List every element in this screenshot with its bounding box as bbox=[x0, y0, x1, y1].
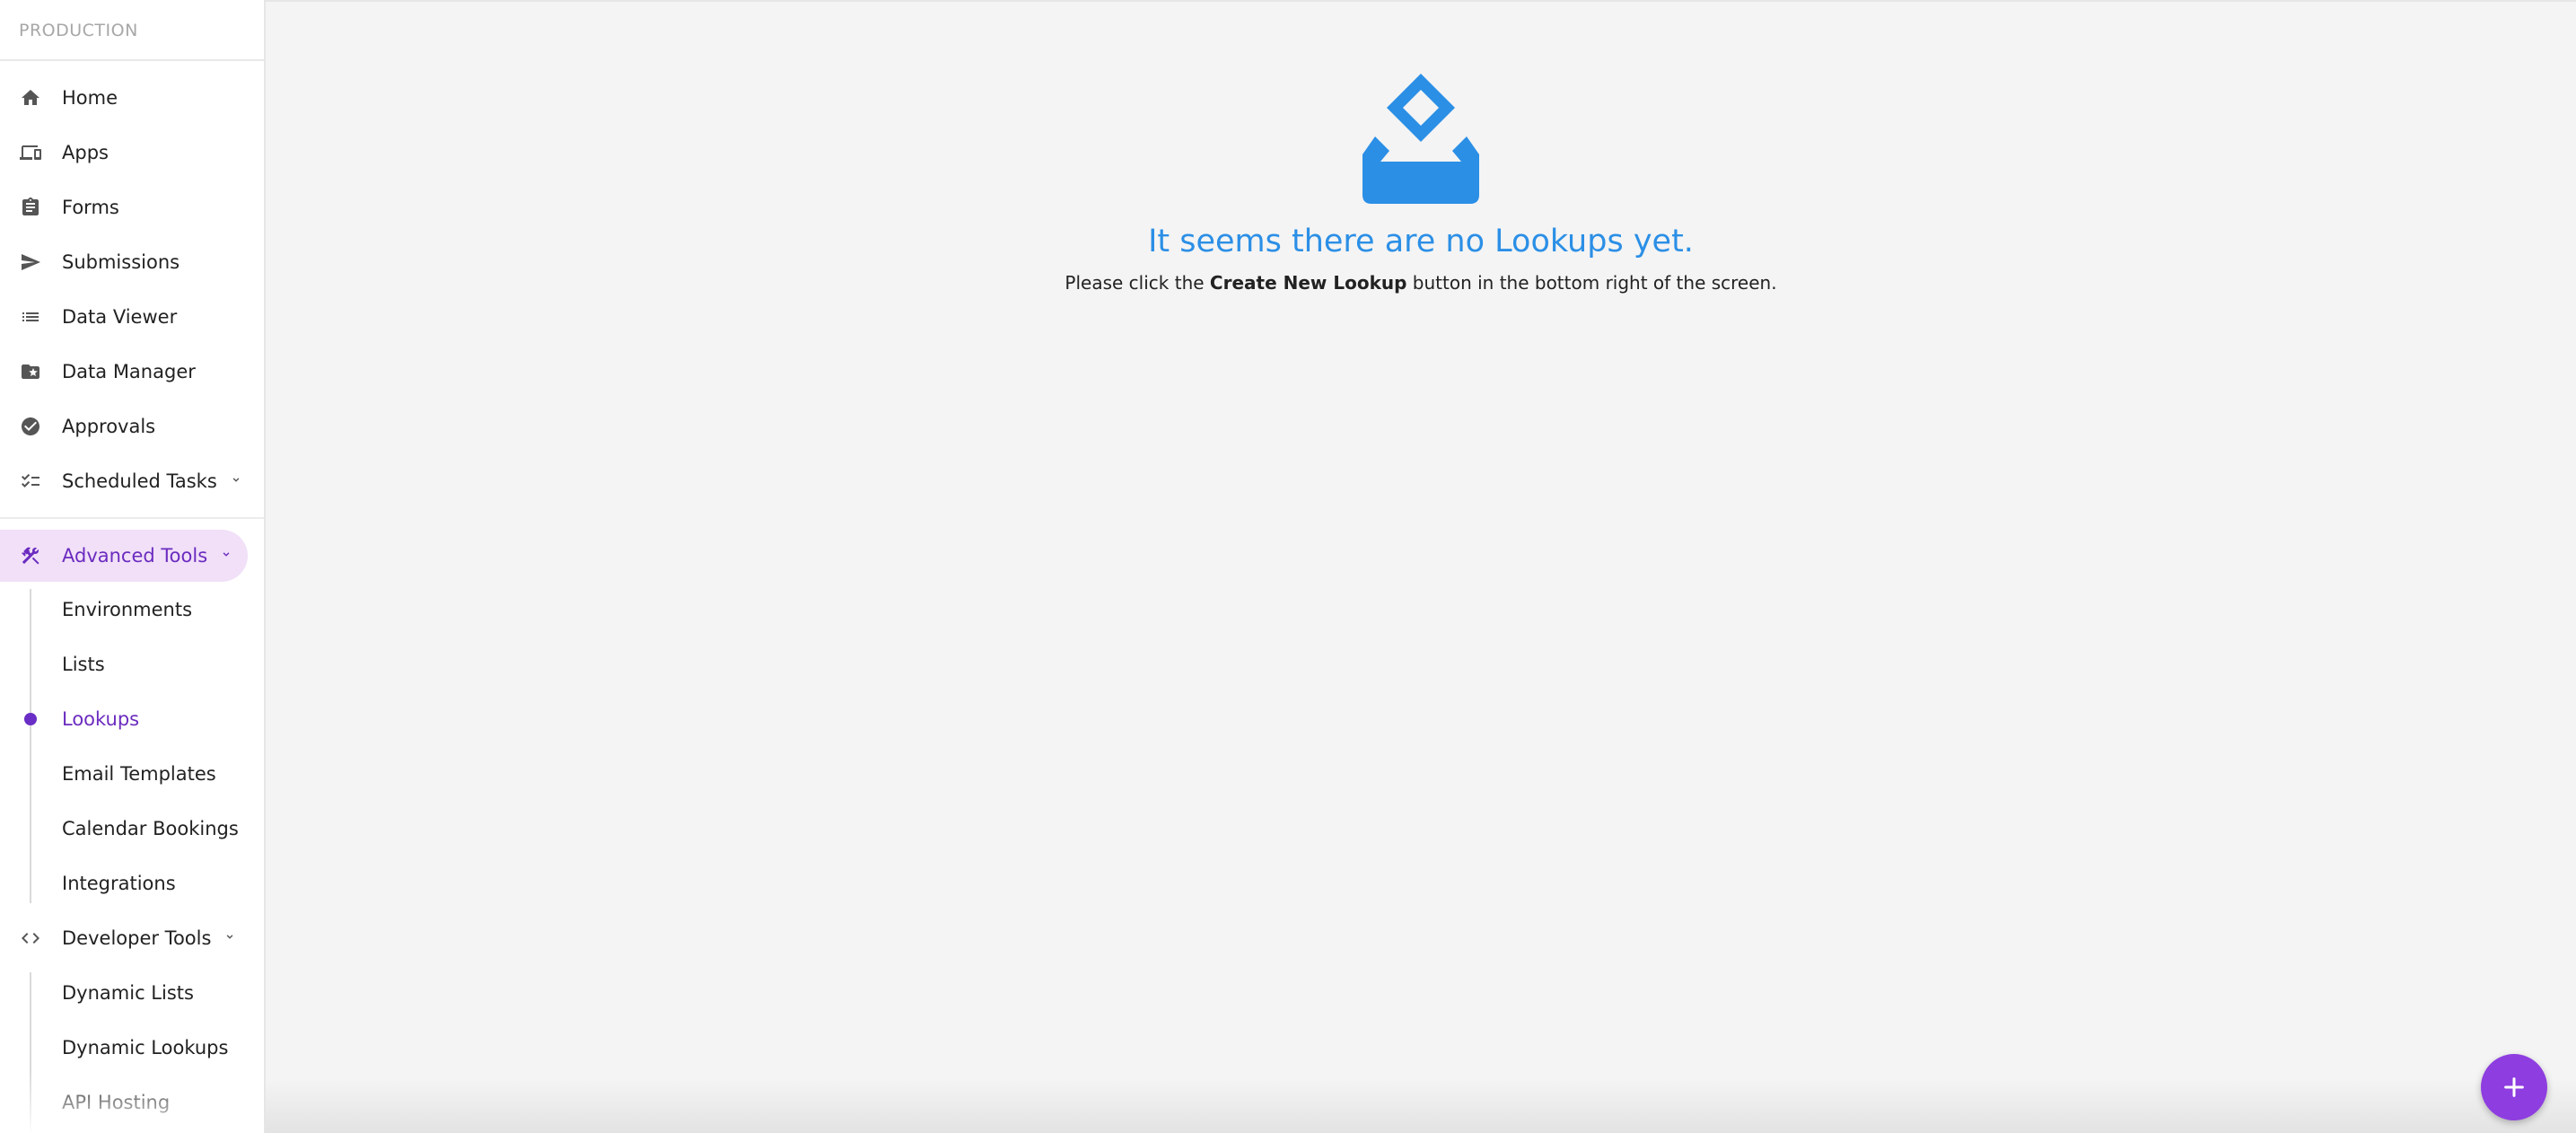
sidebar-subitem-integrations[interactable]: Integrations bbox=[0, 856, 264, 910]
clipboard-icon bbox=[20, 197, 41, 218]
sidebar-item-label: Developer Tools bbox=[62, 927, 212, 949]
sidebar-item-label: Apps bbox=[62, 141, 109, 163]
sidebar-item-apps[interactable]: Apps bbox=[0, 125, 264, 180]
sidebar-subitem-calendar-bookings[interactable]: Calendar Bookings bbox=[0, 801, 264, 856]
sidebar-subitem-label: Environments bbox=[62, 598, 193, 620]
sidebar-subitem-label: Calendar Bookings bbox=[62, 817, 239, 839]
devices-icon bbox=[20, 142, 41, 163]
chevron-down-icon bbox=[223, 930, 236, 946]
empty-state-description: Please click the Create New Lookup butto… bbox=[266, 272, 2576, 294]
chevron-down-icon bbox=[220, 548, 232, 564]
sidebar-item-forms[interactable]: Forms bbox=[0, 180, 264, 234]
sidebar-subitem-label: Lookups bbox=[62, 707, 140, 730]
folder-star-icon bbox=[20, 361, 41, 382]
environment-label: PRODUCTION bbox=[0, 0, 264, 61]
sidebar-subitem-email-templates[interactable]: Email Templates bbox=[0, 746, 264, 801]
sidebar-item-data-manager[interactable]: Data Manager bbox=[0, 344, 264, 399]
sidebar-subitem-label: API Hosting bbox=[62, 1091, 171, 1113]
sidebar-item-data-viewer[interactable]: Data Viewer bbox=[0, 289, 264, 344]
sidebar-item-advanced-tools[interactable]: Advanced Tools bbox=[0, 530, 248, 582]
sidebar-item-scheduled-tasks[interactable]: Scheduled Tasks bbox=[0, 453, 264, 508]
sidebar-subitem-label: Dynamic Lookups bbox=[62, 1036, 229, 1058]
sidebar-item-home[interactable]: Home bbox=[0, 70, 264, 125]
code-icon bbox=[20, 927, 41, 949]
developer-tools-submenu: Dynamic Lists Dynamic Lookups API Hostin… bbox=[0, 965, 264, 1133]
main-content: It seems there are no Lookups yet. Pleas… bbox=[266, 0, 2576, 1133]
sidebar-subitem-dynamic-lists[interactable]: Dynamic Lists bbox=[0, 965, 264, 1020]
send-icon bbox=[20, 251, 41, 273]
sidebar-item-label: Data Viewer bbox=[62, 305, 178, 328]
sidebar-subitem-dynamic-lookups[interactable]: Dynamic Lookups bbox=[0, 1020, 264, 1075]
sidebar-item-submissions[interactable]: Submissions bbox=[0, 234, 264, 289]
sidebar-item-label: Data Manager bbox=[62, 360, 196, 382]
sidebar-subitem-lists[interactable]: Lists bbox=[0, 637, 264, 691]
tools-icon bbox=[20, 545, 41, 566]
inbox-diamond-icon bbox=[1362, 74, 1479, 204]
sidebar-item-label: Approvals bbox=[62, 415, 156, 437]
app-window: PRODUCTION Home Apps Forms Submissions D… bbox=[0, 0, 2576, 1133]
sidebar-item-label: Scheduled Tasks bbox=[62, 470, 217, 492]
sidebar-subitem-lookups[interactable]: Lookups bbox=[0, 691, 264, 746]
divider bbox=[0, 517, 264, 519]
sidebar-subitem-label: Lists bbox=[62, 653, 105, 675]
sidebar-item-label: Forms bbox=[62, 196, 119, 218]
advanced-tools-submenu: Environments Lists Lookups Email Templat… bbox=[0, 582, 264, 910]
sidebar: PRODUCTION Home Apps Forms Submissions D… bbox=[0, 0, 266, 1133]
sidebar-subitem-label: Dynamic Lists bbox=[62, 981, 194, 1004]
selected-indicator-dot bbox=[24, 712, 37, 725]
sidebar-subitem-environments[interactable]: Environments bbox=[0, 582, 264, 637]
sidebar-subitem-label: Email Templates bbox=[62, 762, 216, 785]
bottom-shadow bbox=[266, 1079, 2576, 1133]
list-icon bbox=[20, 306, 41, 328]
empty-state: It seems there are no Lookups yet. Pleas… bbox=[266, 74, 2576, 294]
empty-desc-suffix: button in the bottom right of the screen… bbox=[1406, 272, 1777, 294]
sidebar-item-developer-tools[interactable]: Developer Tools bbox=[0, 910, 264, 965]
sidebar-item-label: Advanced Tools bbox=[62, 545, 208, 566]
sidebar-subitem-label: Integrations bbox=[62, 872, 176, 894]
chevron-down-icon bbox=[230, 473, 242, 489]
create-new-lookup-button[interactable] bbox=[2481, 1054, 2547, 1120]
empty-state-title: It seems there are no Lookups yet. bbox=[1148, 224, 1694, 259]
plus-icon bbox=[2502, 1075, 2527, 1100]
empty-desc-prefix: Please click the bbox=[1065, 272, 1210, 294]
sidebar-item-approvals[interactable]: Approvals bbox=[0, 399, 264, 453]
empty-desc-bold: Create New Lookup bbox=[1209, 272, 1407, 294]
home-icon bbox=[20, 87, 41, 109]
sidebar-subitem-api-hosting[interactable]: API Hosting bbox=[0, 1075, 264, 1129]
sidebar-item-label: Submissions bbox=[62, 250, 180, 273]
checklist-icon bbox=[20, 470, 41, 492]
sidebar-item-label: Home bbox=[62, 86, 118, 109]
check-circle-icon bbox=[20, 416, 41, 437]
